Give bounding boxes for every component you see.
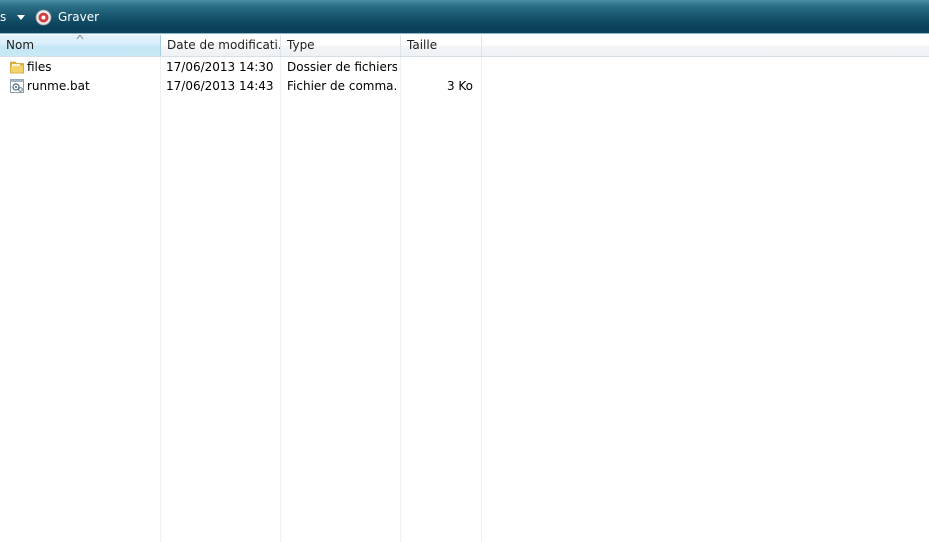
command-bar: s Graver [0,0,929,34]
file-type: Dossier de fichiers [287,60,397,74]
column-divider [481,57,482,542]
column-header-date-label: Date de modificati... [167,38,281,52]
file-row-runme[interactable]: runme.bat 17/06/2013 14:43 Fichier de co… [0,77,482,96]
file-size: 3 Ko [446,79,473,93]
column-header-bar: Nom Date de modificati... Type Taille [0,35,929,57]
explorer-window: s Graver Nom Date de modificati... Type [0,0,929,542]
burn-button-label: Graver [58,10,100,24]
file-date: 17/06/2013 14:30 [166,60,274,74]
file-date: 17/06/2013 14:43 [166,79,274,93]
file-size [401,58,473,77]
folder-icon [10,61,24,74]
column-divider [400,57,401,542]
column-divider [280,57,281,542]
file-type: Fichier de comma... [287,79,397,93]
file-row-files[interactable]: files 17/06/2013 14:30 Dossier de fichie… [0,58,482,77]
toolbar-truncated-label[interactable]: s [0,10,6,24]
file-name: files [27,60,52,74]
column-header-size-label: Taille [407,38,438,52]
chevron-down-icon[interactable] [14,11,28,23]
column-header-date[interactable]: Date de modificati... [161,35,281,56]
column-header-type-label: Type [287,38,315,52]
sort-ascending-icon [76,35,84,40]
column-header-size[interactable]: Taille [401,35,482,56]
column-header-name[interactable]: Nom [0,35,161,56]
column-divider [160,57,161,542]
column-header-type[interactable]: Type [281,35,401,56]
file-name: runme.bat [27,79,90,93]
batch-file-icon [10,79,24,93]
column-header-name-label: Nom [6,38,35,52]
burn-disc-icon [35,9,52,25]
burn-button[interactable]: Graver [35,7,99,27]
